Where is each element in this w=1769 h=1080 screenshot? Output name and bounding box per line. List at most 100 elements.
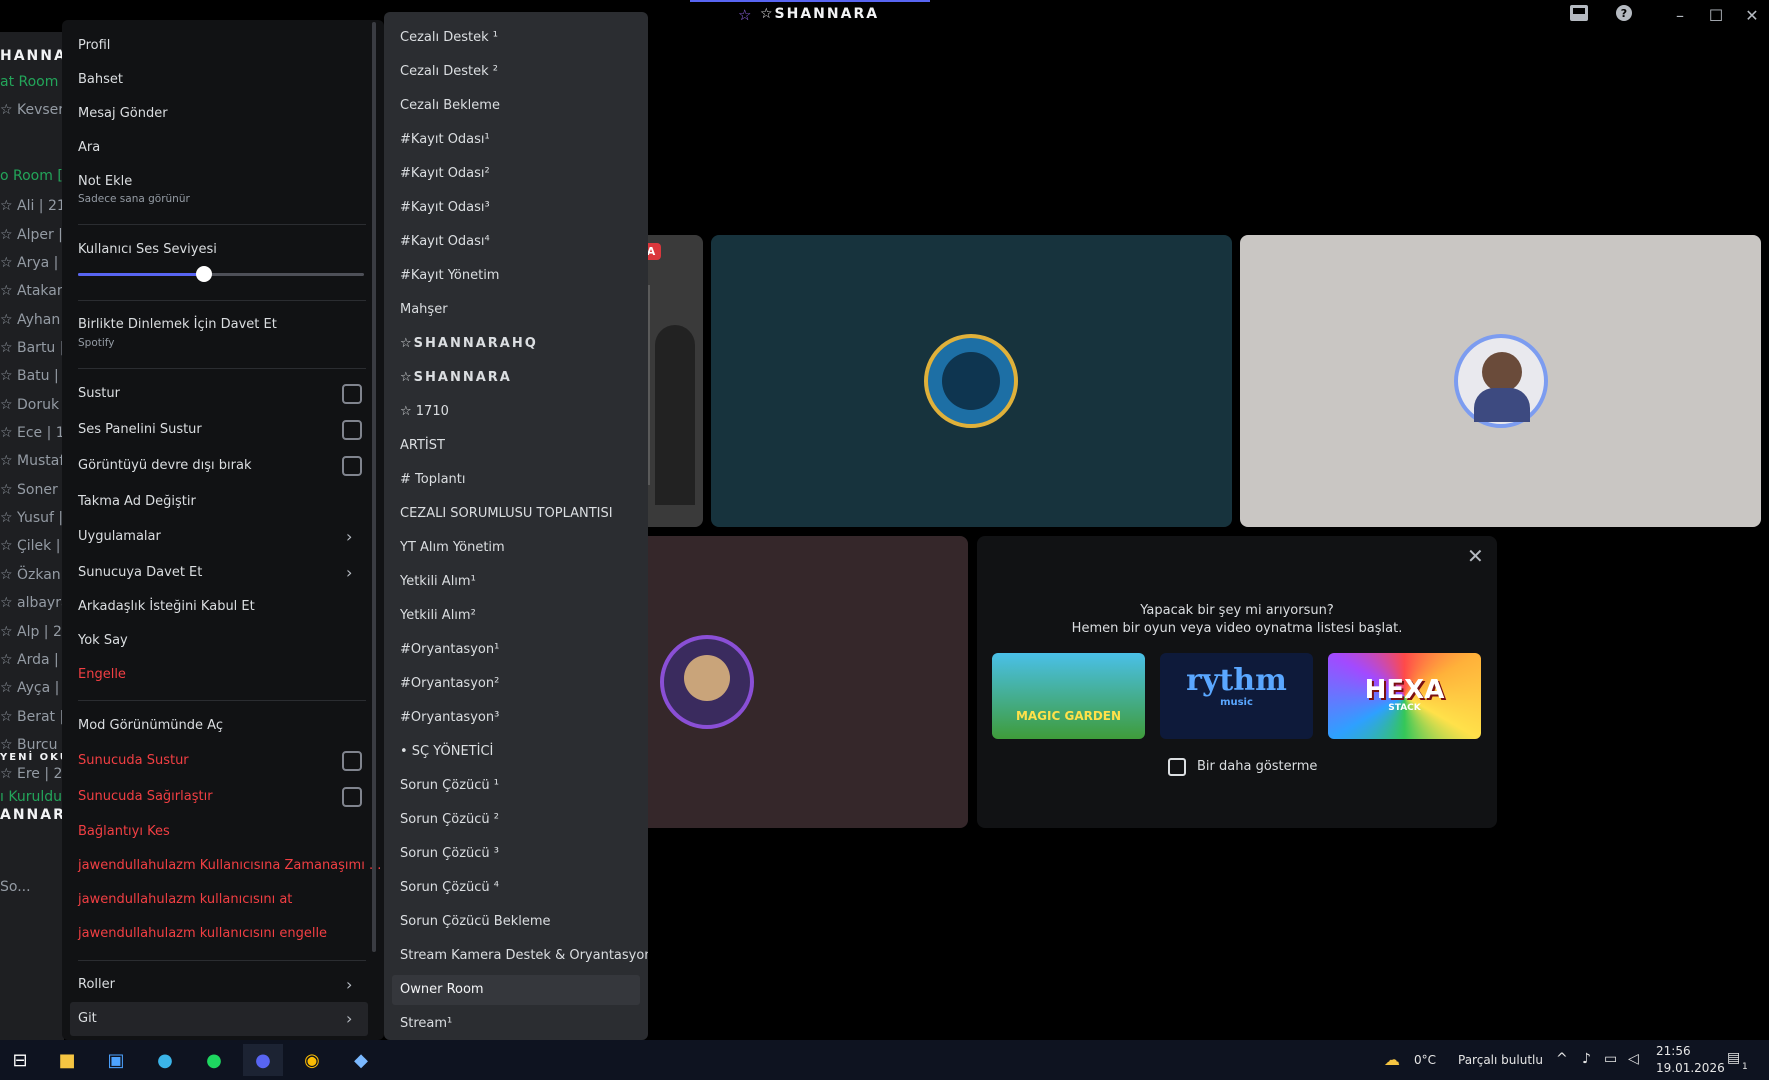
submenu-channel-item[interactable]: CEZALI SORUMLUSU TOPLANTISI (392, 499, 640, 529)
store-icon[interactable]: ▣ (96, 1044, 136, 1076)
submenu-channel-item[interactable]: #Kayıt Odası³ (392, 193, 640, 223)
volume-icon[interactable]: ◁ (1628, 1051, 1639, 1067)
submenu-channel-item[interactable]: ☆SHANNARA (392, 363, 640, 393)
menu-item-invite-to-server[interactable]: Sunucuya Davet Et (78, 565, 202, 580)
submenu-channel-item[interactable]: Yetkili Alım² (392, 601, 640, 631)
submenu-channel-item[interactable]: #Oryantasyon² (392, 669, 640, 699)
notification-icon[interactable]: ▤ (1727, 1050, 1740, 1066)
tray-chevron-up-icon[interactable]: ^ (1556, 1051, 1568, 1067)
minimize-icon[interactable]: – (1667, 4, 1693, 28)
menu-item-change-nickname[interactable]: Takma Ad Değiştir (78, 494, 196, 509)
menu-item-kick[interactable]: jawendullahulazm kullanıcısını at (78, 892, 292, 907)
submenu-channel-item[interactable]: #Kayıt Odası¹ (392, 125, 640, 155)
menu-item-roles[interactable]: Roller (78, 977, 115, 992)
submenu-channel-item[interactable]: ☆SHANNARAHQ (392, 329, 640, 359)
submenu-channel-item[interactable]: Owner Room (392, 975, 640, 1005)
submenu-channel-item[interactable]: Sorun Çözücü ³ (392, 839, 640, 869)
spotify-icon[interactable]: ● (194, 1044, 234, 1076)
server-deafen-checkbox[interactable] (342, 787, 362, 807)
menu-item-disable-video[interactable]: Görüntüyü devre dışı bırak (78, 458, 251, 473)
sidebar-background-line: ☆ Soner | 2 (0, 482, 64, 498)
submenu-channel-item[interactable]: ARTİST (392, 431, 640, 461)
submenu-channel-item[interactable]: Sorun Çözücü ⁴ (392, 873, 640, 903)
menu-item-profile[interactable]: Profil (78, 38, 110, 53)
submenu-channel-item[interactable]: # Toplantı (392, 465, 640, 495)
weather-desc[interactable]: Parçalı bulutlu (1458, 1053, 1543, 1067)
microphone-icon[interactable]: ♪ (1582, 1051, 1591, 1067)
video-tile[interactable] (600, 536, 968, 828)
chrome-icon[interactable]: ◉ (292, 1044, 332, 1076)
clock-date[interactable]: 19.01.2026 (1656, 1061, 1725, 1075)
game-card-hexa-stack[interactable]: HEXA STACK (1328, 653, 1481, 739)
menu-item-timeout[interactable]: jawendullahulazm Kullanıcısına Zamanaşım… (78, 858, 381, 873)
submenu-channel-item[interactable]: Cezalı Destek ¹ (392, 23, 640, 53)
submenu-channel-item[interactable]: #Oryantasyon¹ (392, 635, 640, 665)
sidebar-background-line: ☆ Arda | 19 (0, 652, 64, 668)
slider-thumb[interactable] (196, 266, 212, 282)
menu-item-apps[interactable]: Uygulamalar (78, 529, 161, 544)
menu-item-mute-soundboard[interactable]: Ses Panelini Sustur (78, 422, 202, 437)
menu-item-ignore[interactable]: Yok Say (78, 633, 128, 648)
video-tile[interactable] (711, 235, 1232, 527)
submenu-channel-item[interactable]: #Kayıt Yönetim (392, 261, 640, 291)
weather-icon[interactable]: ☁ (1384, 1050, 1400, 1069)
menu-item-mention[interactable]: Bahset (78, 72, 123, 87)
discord-icon[interactable]: ● (243, 1044, 283, 1076)
submenu-channel-item[interactable]: Cezalı Destek ² (392, 57, 640, 87)
file-explorer-icon[interactable]: ■ (47, 1044, 87, 1076)
clock-time[interactable]: 21:56 (1656, 1044, 1691, 1058)
title-bar-accent (690, 0, 930, 2)
submenu-channel-item[interactable]: #Oryantasyon³ (392, 703, 640, 733)
disable-video-checkbox[interactable] (342, 456, 362, 476)
channel-sidebar-background: HANNA at Room ☆ Kevser | o Room [.. ☆ Ali | … (0, 32, 64, 1040)
game-card-magic-garden[interactable]: MAGIC GARDEN (992, 653, 1145, 739)
menu-item-move[interactable]: Git (78, 1011, 97, 1026)
submenu-channel-item[interactable]: Mahşer (392, 295, 640, 325)
app-icon[interactable]: ◆ (341, 1044, 381, 1076)
submenu-channel-item[interactable]: Stream Kamera Destek & Oryantasyon (392, 941, 648, 971)
submenu-channel-item[interactable]: #Kayıt Odası⁴ (392, 227, 640, 257)
menu-item-ban[interactable]: jawendullahulazm kullanıcısını engelle (78, 926, 327, 941)
menu-item-open-mod-view[interactable]: Mod Görünümünde Aç (78, 718, 223, 733)
submenu-channel-item[interactable]: #Kayıt Odası² (392, 159, 640, 189)
menu-item-add-note[interactable]: Not Ekle (78, 174, 132, 189)
menu-item-mute[interactable]: Sustur (78, 386, 120, 401)
menu-item-server-mute[interactable]: Sunucuda Sustur (78, 753, 189, 768)
menu-item-send-message[interactable]: Mesaj Gönder (78, 106, 168, 121)
game-card-rythm[interactable]: rythm music (1160, 653, 1313, 739)
mute-checkbox[interactable] (342, 384, 362, 404)
submenu-channel-item[interactable]: Sorun Çözücü ¹ (392, 771, 640, 801)
menu-scrollbar[interactable] (372, 22, 376, 952)
menu-item-disconnect[interactable]: Bağlantıyı Kes (78, 824, 170, 839)
menu-separator (78, 960, 366, 961)
notification-count: 1 (1742, 1062, 1748, 1072)
menu-item-accept-friend[interactable]: Arkadaşlık İsteğini Kabul Et (78, 599, 255, 614)
sidebar-background-line: ☆ Bartu | 1 (0, 340, 64, 356)
menu-item-block[interactable]: Engelle (78, 667, 126, 682)
user-volume-slider[interactable] (78, 273, 364, 276)
network-icon[interactable]: ▭ (1604, 1051, 1617, 1067)
video-tile[interactable] (1240, 235, 1761, 527)
submenu-channel-item[interactable]: YT Alım Yönetim (392, 533, 640, 563)
mute-soundboard-checkbox[interactable] (342, 420, 362, 440)
close-icon[interactable]: ✕ (1467, 544, 1484, 568)
task-view-icon[interactable]: ⊟ (0, 1044, 40, 1076)
dont-show-checkbox[interactable] (1168, 758, 1186, 776)
help-icon[interactable]: ? (1611, 4, 1637, 28)
submenu-channel-item[interactable]: Cezalı Bekleme (392, 91, 640, 121)
menu-item-call[interactable]: Ara (78, 140, 100, 155)
menu-item-server-deafen[interactable]: Sunucuda Sağırlaştır (78, 789, 213, 804)
submenu-channel-item[interactable]: Yetkili Alım¹ (392, 567, 640, 597)
server-mute-checkbox[interactable] (342, 751, 362, 771)
menu-item-listen-along[interactable]: Birlikte Dinlemek İçin Davet Et (78, 317, 277, 332)
close-window-icon[interactable]: ✕ (1739, 4, 1765, 28)
submenu-channel-item[interactable]: ☆ 1710 (392, 397, 640, 427)
inbox-icon[interactable] (1566, 4, 1592, 28)
submenu-channel-item[interactable]: • SÇ YÖNETİCİ (392, 737, 640, 767)
submenu-channel-item[interactable]: Sorun Çözücü ² (392, 805, 640, 835)
submenu-channel-item[interactable]: Stream¹ (392, 1009, 640, 1039)
weather-temp[interactable]: 0°C (1414, 1053, 1436, 1067)
edge-icon[interactable]: ● (145, 1044, 185, 1076)
maximize-icon[interactable]: ☐ (1703, 4, 1729, 28)
submenu-channel-item[interactable]: Sorun Çözücü Bekleme (392, 907, 640, 937)
